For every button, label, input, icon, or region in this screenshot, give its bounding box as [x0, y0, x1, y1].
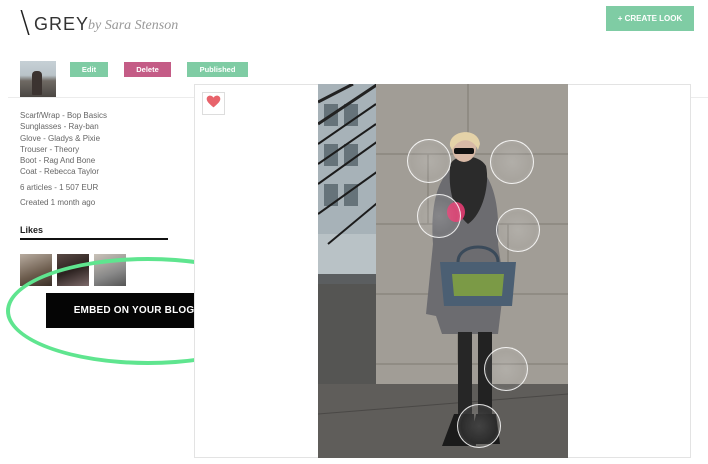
- edit-button[interactable]: Edit: [70, 62, 108, 77]
- likes-heading: Likes: [20, 225, 44, 235]
- articles-summary: 6 articles - 1 507 EUR: [20, 183, 99, 192]
- delete-button[interactable]: Delete: [124, 62, 171, 77]
- hotspot-sunglasses[interactable]: [407, 139, 451, 183]
- logo-slash: \: [20, 5, 31, 40]
- hotspot-trouser[interactable]: [484, 347, 528, 391]
- create-look-button[interactable]: + CREATE LOOK: [606, 6, 694, 31]
- list-item[interactable]: Boot - Rag And Bone: [20, 155, 107, 166]
- list-item[interactable]: Sunglasses - Ray-ban: [20, 121, 107, 132]
- list-item[interactable]: Scarf/Wrap - Bop Basics: [20, 110, 107, 121]
- look-author: by Sara Stenson: [88, 18, 179, 33]
- item-list: Scarf/Wrap - Bop Basics Sunglasses - Ray…: [20, 110, 107, 178]
- look-title: GREY: [34, 14, 90, 34]
- like-button[interactable]: [202, 92, 225, 115]
- likes-underline: [20, 238, 168, 240]
- hotspot-boot[interactable]: [457, 404, 501, 448]
- hotspot-glove[interactable]: [417, 194, 461, 238]
- hotspot-coat[interactable]: [496, 208, 540, 252]
- heart-icon: [206, 95, 221, 113]
- list-item[interactable]: Glove - Gladys & Pixie: [20, 133, 107, 144]
- created-date: Created 1 month ago: [20, 198, 96, 207]
- list-item[interactable]: Coat - Rebecca Taylor: [20, 166, 107, 177]
- hotspot-scarf[interactable]: [490, 140, 534, 184]
- look-photo: [318, 84, 568, 458]
- published-button[interactable]: Published: [187, 62, 248, 77]
- list-item[interactable]: Trouser - Theory: [20, 144, 107, 155]
- look-thumbnail: [20, 61, 56, 97]
